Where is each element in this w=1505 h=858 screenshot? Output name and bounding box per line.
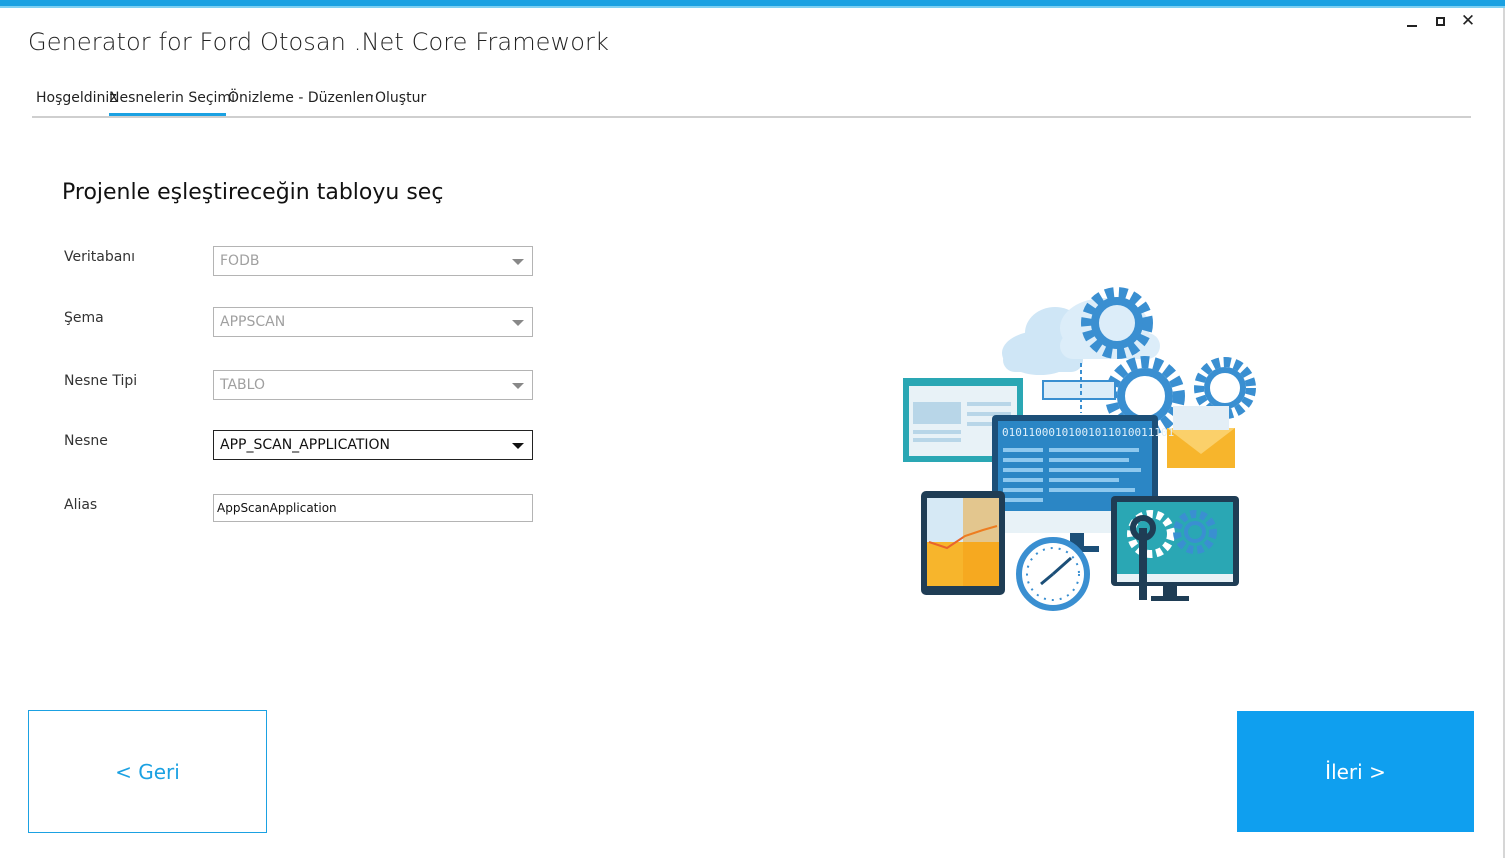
maximize-icon[interactable] — [1433, 12, 1447, 30]
object-type-label: Nesne Tipi — [64, 373, 138, 389]
window-top-accent — [0, 0, 1505, 8]
schema-label: Şema — [64, 310, 104, 326]
back-button[interactable]: < Geri — [28, 710, 267, 833]
tab-hosgeldiniz[interactable]: Hoşgeldiniz — [36, 88, 117, 114]
database-select[interactable]: FODB — [213, 246, 533, 276]
page-heading: Projenle eşleştireceğin tabloyu seç — [62, 180, 444, 205]
tab-nesnelerin-secimi[interactable]: Nesnelerin Seçimi — [109, 88, 235, 116]
mail-icon — [1167, 406, 1235, 468]
chevron-down-icon — [512, 320, 524, 326]
window-controls: ✕ — [1405, 12, 1475, 30]
window-title: Generator for Ford Otosan .Net Core Fram… — [28, 28, 610, 56]
close-icon[interactable]: ✕ — [1461, 12, 1475, 30]
binary-text: 01011000101001011010011101 — [1002, 426, 1174, 439]
tab-olustur[interactable]: Oluştur — [375, 88, 426, 114]
chevron-down-icon — [512, 383, 524, 389]
database-select-value: FODB — [220, 253, 260, 269]
object-label: Nesne — [64, 433, 108, 449]
tablet-chart-icon — [921, 491, 1005, 595]
next-button[interactable]: İleri > — [1237, 711, 1474, 832]
object-type-select[interactable]: TABLO — [213, 370, 533, 400]
illustration-graphic: 01011000101001011010011101 — [903, 287, 1256, 611]
schema-select-value: APPSCAN — [220, 314, 286, 330]
object-select[interactable]: APP_SCAN_APPLICATION — [213, 430, 533, 460]
object-type-select-value: TABLO — [220, 377, 265, 393]
alias-input[interactable] — [213, 494, 533, 522]
chevron-down-icon — [512, 443, 524, 449]
schema-select[interactable]: APPSCAN — [213, 307, 533, 337]
clock-icon — [1016, 537, 1090, 611]
chevron-down-icon — [512, 259, 524, 265]
tech-illustration: 01011000101001011010011101 — [895, 278, 1265, 616]
wizard-tabs: Hoşgeldiniz Nesnelerin Seçimi Önizleme -… — [32, 88, 1471, 118]
alias-label: Alias — [64, 497, 98, 513]
minimize-icon[interactable] — [1405, 12, 1419, 30]
object-select-value: APP_SCAN_APPLICATION — [220, 437, 391, 453]
tab-onizleme-duzenleme[interactable]: Önizleme - Düzenleme — [228, 88, 373, 114]
settings-monitor-icon — [1111, 496, 1239, 601]
database-label: Veritabanı — [64, 249, 136, 265]
